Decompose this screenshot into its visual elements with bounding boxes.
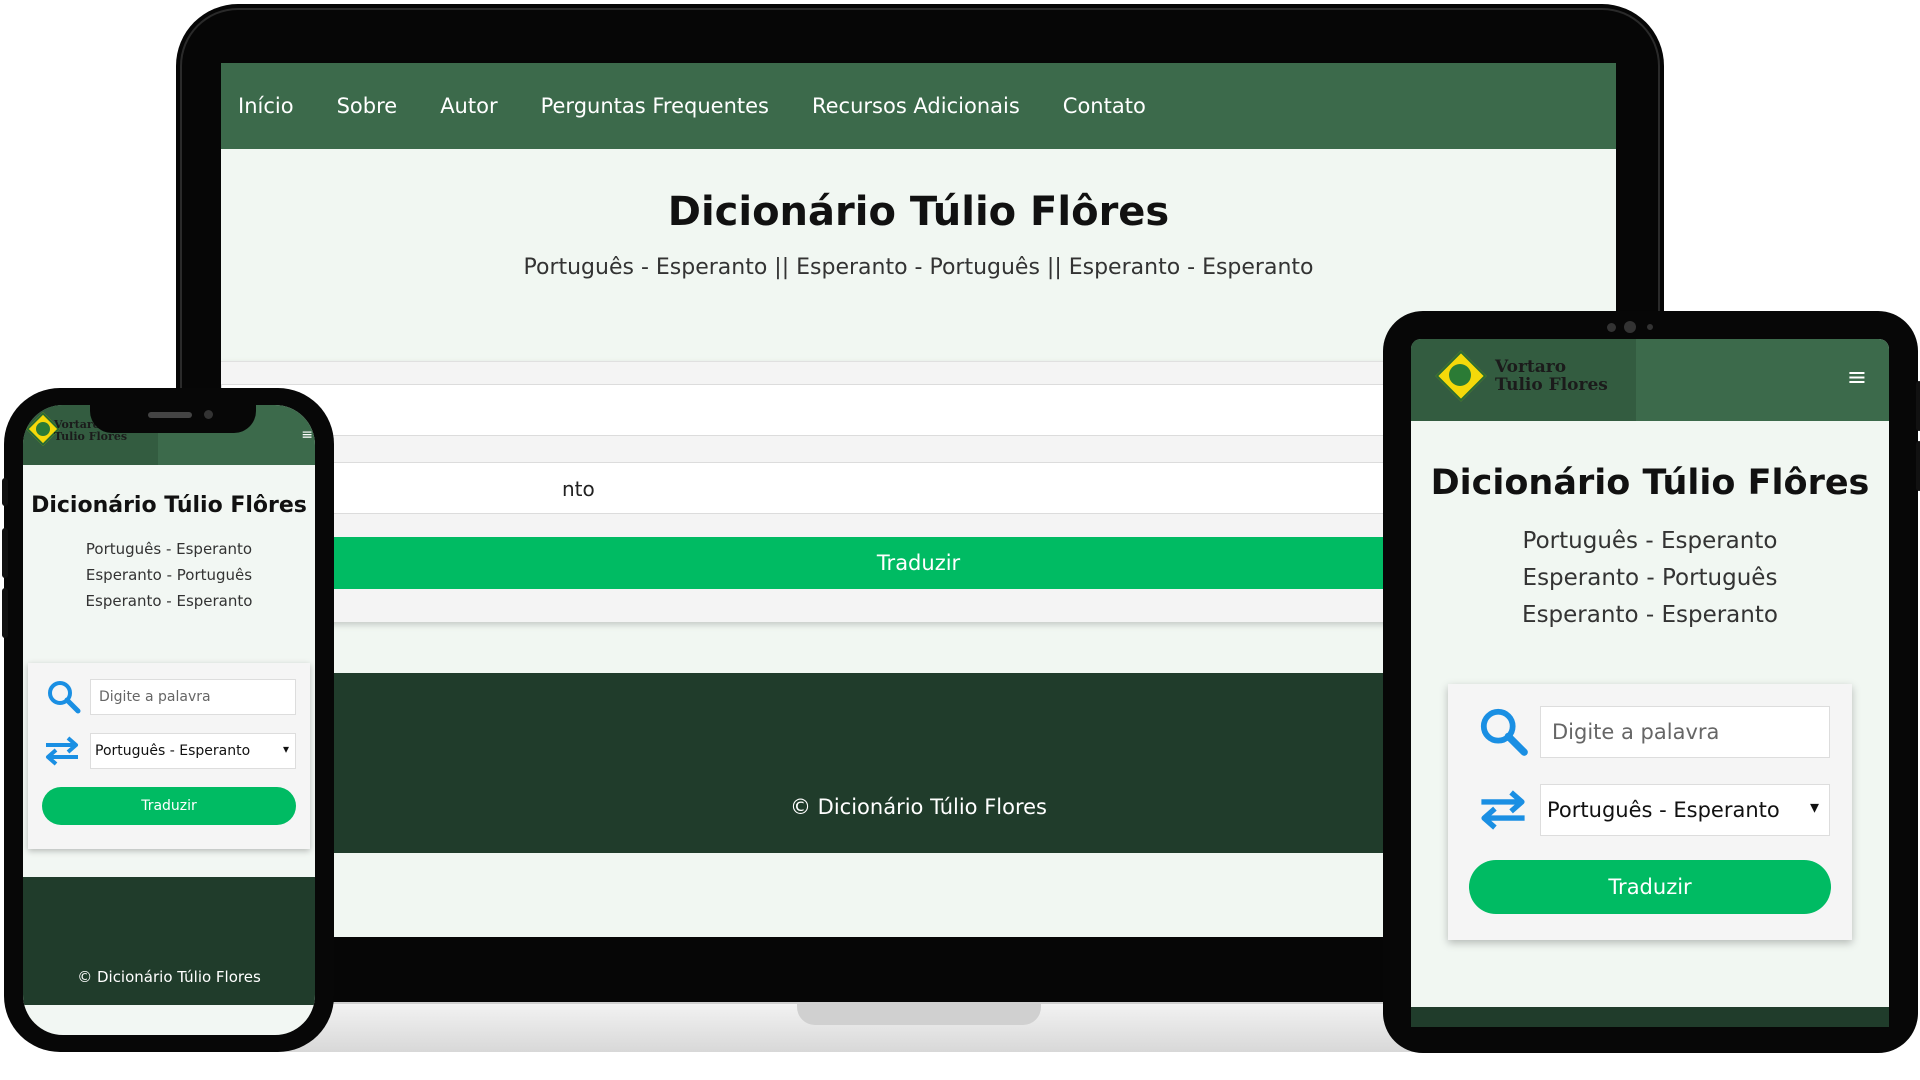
subtitle-line: Português - Esperanto xyxy=(1522,528,1778,554)
device-mockup-stage: Início Sobre Autor Perguntas Frequentes … xyxy=(0,0,1920,1080)
language-select-value: Português - Esperanto xyxy=(1547,798,1780,822)
language-select-value: Português - Esperanto xyxy=(95,743,251,759)
phone-volume-up xyxy=(2,528,8,578)
nav-inicio[interactable]: Início xyxy=(238,94,294,118)
swap-arrows-icon[interactable] xyxy=(42,735,82,767)
phone-page-title: Dicionário Túlio Flôres xyxy=(31,493,307,518)
phone-frame: Vortaro Tulio Flores ≡ Dicionário Túlio … xyxy=(2,388,334,1052)
tablet-side-button xyxy=(1916,381,1920,431)
tablet-sensor xyxy=(1607,323,1616,332)
subtitle-line: Esperanto - Esperanto xyxy=(85,592,253,610)
nav-perguntas-frequentes[interactable]: Perguntas Frequentes xyxy=(541,94,769,118)
search-input[interactable]: Digite a palavra xyxy=(1540,706,1830,758)
search-input[interactable]: Digite a palavra xyxy=(90,679,296,715)
tablet-camera xyxy=(1624,321,1636,333)
logo-text-line2: Tulio Flores xyxy=(1495,375,1608,395)
tablet-logo[interactable]: Vortaro Tulio Flores xyxy=(1411,339,1636,421)
search-icon xyxy=(48,681,81,714)
phone-subtitle-lines: Português - Esperanto Esperanto - Portug… xyxy=(23,536,315,614)
page-subtitle: Português - Esperanto || Esperanto - Por… xyxy=(523,255,1314,280)
language-select[interactable]: Português - Esperanto ▾ xyxy=(90,733,296,769)
tablet-footer xyxy=(1411,1007,1889,1027)
translate-button[interactable]: Traduzir xyxy=(42,787,296,825)
chevron-down-icon: ▾ xyxy=(1809,797,1819,818)
nav-autor[interactable]: Autor xyxy=(440,94,497,118)
subtitle-line: Português - Esperanto xyxy=(85,540,253,558)
tablet-search-card: Digite a palavra Português - Esperanto ▾… xyxy=(1448,684,1852,940)
hamburger-menu-icon[interactable]: ≡ xyxy=(1847,363,1867,391)
nav-sobre[interactable]: Sobre xyxy=(337,94,398,118)
laptop-notch xyxy=(797,1003,1041,1025)
footer-copyright: © Dicionário Túlio Flores xyxy=(77,968,261,986)
language-select[interactable]: Português - Esperanto ▾ xyxy=(1540,784,1830,836)
phone-search-card: Digite a palavra Português - Esperanto ▾… xyxy=(28,663,310,849)
tablet-subtitle-lines: Português - Esperanto Esperanto - Portug… xyxy=(1411,523,1889,634)
tablet-page-title: Dicionário Túlio Flôres xyxy=(1430,463,1870,503)
logo-globe-icon xyxy=(36,422,50,436)
nav-recursos-adicionais[interactable]: Recursos Adicionais xyxy=(812,94,1020,118)
laptop-navbar: Início Sobre Autor Perguntas Frequentes … xyxy=(221,63,1616,149)
subtitle-line: Esperanto - Português xyxy=(1522,565,1778,591)
logo-text-line1: Vortaro xyxy=(1495,357,1567,377)
subtitle-line: Esperanto - Português xyxy=(85,566,253,584)
tablet-screen: Vortaro Tulio Flores ≡ Dicionário Túlio … xyxy=(1411,339,1889,1027)
tablet-side-button xyxy=(1916,441,1920,491)
tablet-sensor xyxy=(1647,324,1653,330)
subtitle-line: Esperanto - Esperanto xyxy=(1522,602,1778,628)
footer-copyright: © Dicionário Túlio Flores xyxy=(789,795,1047,819)
phone-side-button xyxy=(2,478,8,506)
phone-notch xyxy=(90,403,256,433)
tablet-navbar: Vortaro Tulio Flores ≡ xyxy=(1411,339,1889,421)
chevron-down-icon: ▾ xyxy=(282,742,289,756)
phone-volume-down xyxy=(2,588,8,638)
swap-arrows-icon[interactable] xyxy=(1476,788,1530,832)
page-title: Dicionário Túlio Flôres xyxy=(667,189,1170,235)
phone-speaker xyxy=(148,412,192,418)
hamburger-menu-icon[interactable]: ≡ xyxy=(301,427,313,443)
search-icon xyxy=(1480,708,1528,756)
phone-camera xyxy=(204,410,213,419)
phone-screen: Vortaro Tulio Flores ≡ Dicionário Túlio … xyxy=(23,405,315,1035)
language-select-value: nto xyxy=(562,477,595,501)
nav-contato[interactable]: Contato xyxy=(1063,94,1146,118)
translate-button[interactable]: Traduzir xyxy=(1469,860,1831,914)
phone-footer: © Dicionário Túlio Flores xyxy=(23,877,315,1005)
logo-globe-icon xyxy=(1449,364,1471,386)
tablet-frame: Vortaro Tulio Flores ≡ Dicionário Túlio … xyxy=(1383,311,1920,1053)
